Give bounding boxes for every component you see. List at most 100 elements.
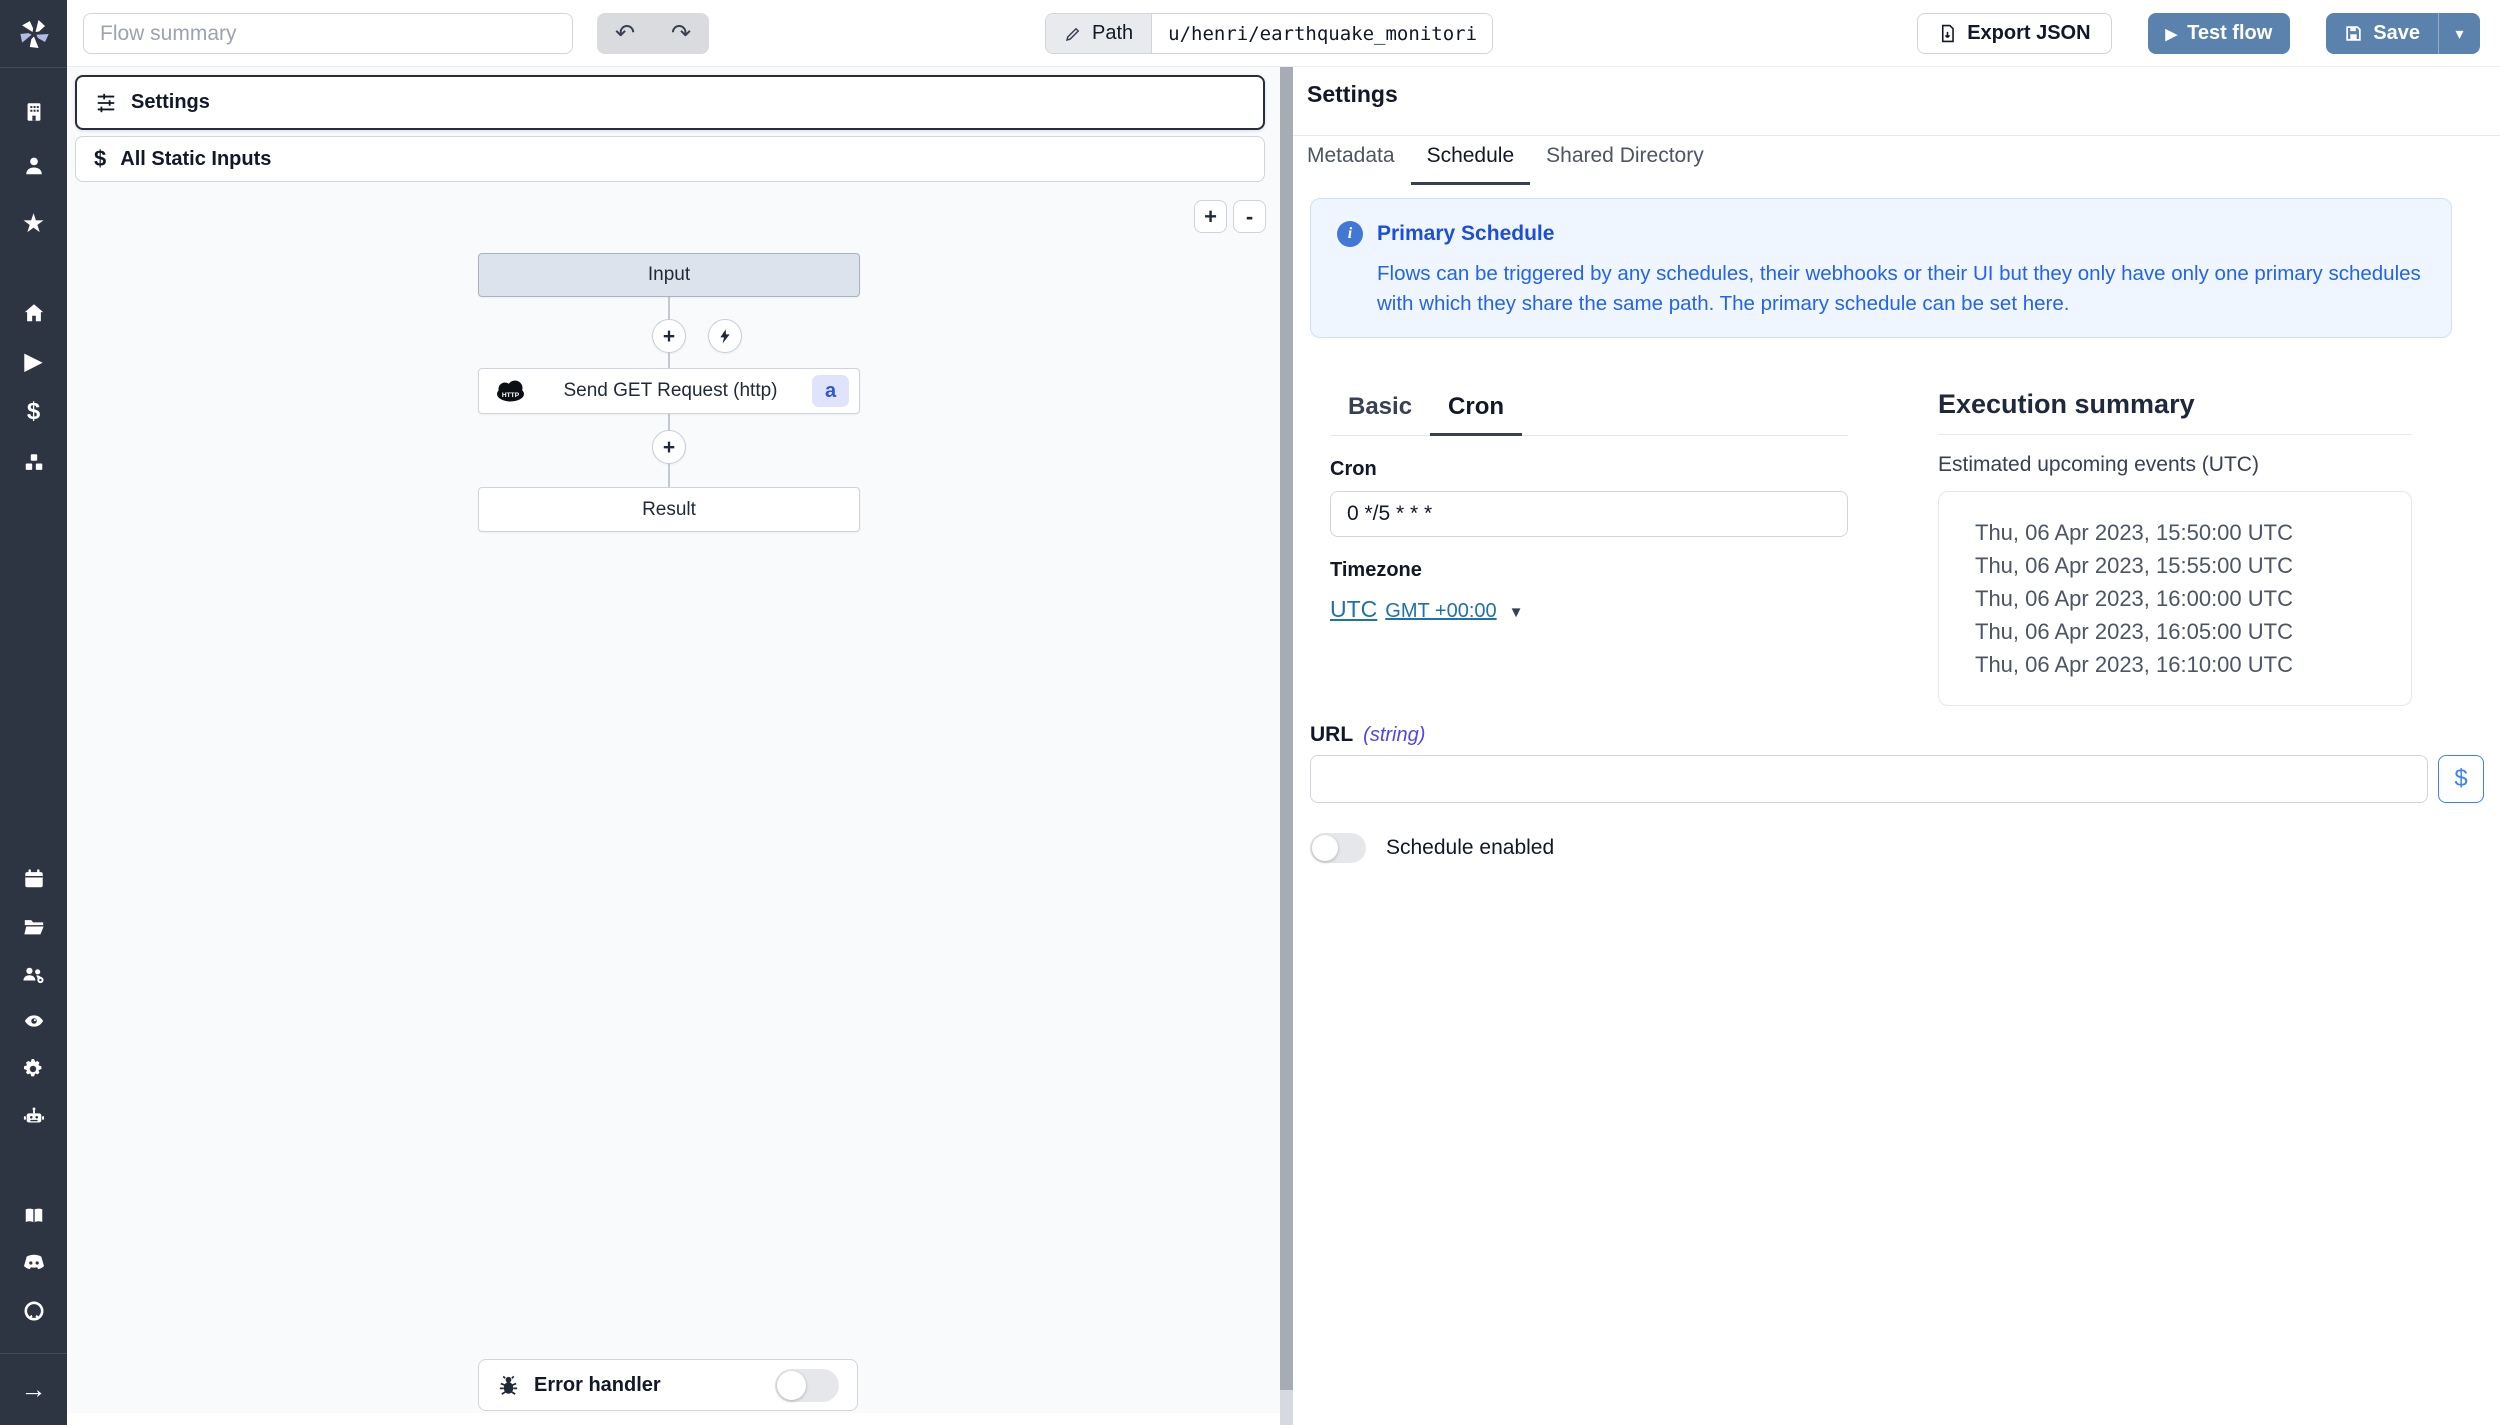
sidebar-item-workers[interactable] <box>0 1100 67 1134</box>
flow-summary-input[interactable] <box>83 13 573 54</box>
sidebar-separator <box>0 1353 67 1354</box>
sidebar-item-resources[interactable] <box>0 446 67 480</box>
redo-button[interactable]: ↷ <box>653 13 709 54</box>
sidebar-item-runs[interactable]: ▶ <box>0 345 67 379</box>
schedule-enabled-row: Schedule enabled <box>1310 833 1554 863</box>
scheduled-event: Thu, 06 Apr 2023, 15:50:00 UTC <box>1975 516 2401 549</box>
timezone-label: Timezone <box>1330 559 1848 582</box>
sidebar-item-settings[interactable] <box>0 1052 67 1086</box>
sidebar-item-user[interactable] <box>0 149 67 183</box>
schedule-form: Basic Cron Cron Timezone UTC GMT +00:00 … <box>1330 385 1848 623</box>
all-static-inputs-box[interactable]: $ All Static Inputs <box>75 136 1265 182</box>
save-icon <box>2344 24 2363 43</box>
scheduled-event: Thu, 06 Apr 2023, 15:55:00 UTC <box>1975 549 2401 582</box>
undo-redo-group: ↶ ↷ <box>597 13 709 54</box>
robot-icon <box>22 1106 46 1128</box>
canvas-scrollbar-track[interactable] <box>67 1413 1280 1425</box>
error-handler-label: Error handler <box>534 1374 661 1397</box>
path-label: Path <box>1092 22 1133 45</box>
upcoming-events-box: Thu, 06 Apr 2023, 15:50:00 UTC Thu, 06 A… <box>1938 491 2412 706</box>
url-type-annotation: (string) <box>1363 724 1425 747</box>
add-step-button[interactable]: + <box>652 430 686 464</box>
step-id-badge: a <box>812 375 849 407</box>
play-icon: ▶ <box>2166 25 2178 43</box>
book-icon <box>22 1205 46 1227</box>
error-handler-toggle[interactable] <box>775 1369 839 1402</box>
add-trigger-button[interactable] <box>708 319 742 353</box>
cron-input[interactable] <box>1330 491 1848 537</box>
calendar-icon <box>23 868 45 890</box>
tab-basic[interactable]: Basic <box>1330 385 1430 436</box>
result-node[interactable]: Result <box>478 487 860 532</box>
insert-variable-button[interactable]: $ <box>2438 755 2484 803</box>
dollar-icon: $ <box>27 400 40 424</box>
http-cloud-icon: HTTP <box>493 378 529 404</box>
gear-icon <box>22 1057 46 1081</box>
input-node-label: Input <box>648 264 690 286</box>
scheduled-event: Thu, 06 Apr 2023, 16:10:00 UTC <box>1975 648 2401 681</box>
tab-metadata[interactable]: Metadata <box>1307 144 1411 185</box>
caret-down-icon: ▼ <box>1509 604 1524 621</box>
sidebar-collapse-button[interactable]: → <box>0 1372 67 1406</box>
sidebar-item-workspace[interactable] <box>0 95 67 129</box>
flow-settings-box[interactable]: Settings <box>75 75 1265 130</box>
panel-resize-handle[interactable] <box>1280 67 1293 1425</box>
test-flow-button[interactable]: ▶ Test flow <box>2148 13 2291 54</box>
discord-icon <box>22 1253 46 1273</box>
http-step-node[interactable]: HTTP Send GET Request (http) a <box>478 368 860 414</box>
info-title: Primary Schedule <box>1377 222 1554 246</box>
export-json-button[interactable]: Export JSON <box>1917 13 2111 54</box>
chevron-down-icon: ▾ <box>2455 26 2463 43</box>
input-node[interactable]: Input <box>478 253 860 297</box>
scheduled-event: Thu, 06 Apr 2023, 16:05:00 UTC <box>1975 615 2401 648</box>
timezone-value: UTC <box>1330 596 1377 623</box>
sidebar-item-docs[interactable] <box>0 1199 67 1233</box>
sidebar-item-schedules[interactable] <box>0 862 67 896</box>
url-field-row: $ <box>1310 755 2484 803</box>
result-node-label: Result <box>642 499 696 521</box>
sidebar-item-audit[interactable] <box>0 1004 67 1038</box>
cron-label: Cron <box>1330 458 1848 481</box>
sidebar-item-groups[interactable] <box>0 958 67 992</box>
sidebar-item-favorites[interactable]: ★ <box>0 206 67 240</box>
panel-divider <box>1293 135 2500 136</box>
sidebar-item-home[interactable] <box>0 296 67 330</box>
url-input[interactable] <box>1310 755 2428 803</box>
tab-cron[interactable]: Cron <box>1430 385 1522 436</box>
execution-summary-title: Execution summary <box>1938 389 2412 420</box>
arrow-right-icon: → <box>21 1376 47 1402</box>
export-json-label: Export JSON <box>1967 22 2090 45</box>
sidebar-separator <box>0 67 67 68</box>
path-input[interactable] <box>1152 14 1492 53</box>
sidebar-item-folders[interactable] <box>0 910 67 944</box>
sidebar-item-variables[interactable]: $ <box>0 395 67 429</box>
zoom-out-button[interactable]: - <box>1233 200 1266 233</box>
sidebar-item-discord[interactable] <box>0 1246 67 1280</box>
star-icon: ★ <box>22 210 45 236</box>
path-badge: Path <box>1046 14 1152 53</box>
http-step-label: Send GET Request (http) <box>529 380 812 402</box>
execution-summary-divider <box>1938 434 2412 435</box>
save-button[interactable]: Save <box>2326 13 2438 54</box>
plus-icon: + <box>663 437 675 458</box>
tab-shared-directory[interactable]: Shared Directory <box>1530 144 1720 185</box>
sidebar: ★ ▶ $ → <box>0 0 67 1425</box>
windmill-logo[interactable] <box>0 14 67 54</box>
save-dropdown-button[interactable]: ▾ <box>2438 13 2480 54</box>
save-label: Save <box>2373 22 2420 45</box>
play-icon: ▶ <box>24 350 42 374</box>
svg-text:HTTP: HTTP <box>502 392 520 399</box>
add-step-button[interactable]: + <box>652 319 686 353</box>
cubes-icon <box>23 452 45 474</box>
schedule-enabled-toggle[interactable] <box>1310 833 1366 863</box>
sidebar-item-github[interactable] <box>0 1294 67 1328</box>
execution-summary: Execution summary Estimated upcoming eve… <box>1938 385 2412 706</box>
zoom-in-button[interactable]: + <box>1194 200 1227 233</box>
timezone-select[interactable]: UTC GMT +00:00 ▼ <box>1330 596 1524 623</box>
upcoming-events-label: Estimated upcoming events (UTC) <box>1938 453 2412 477</box>
error-handler-box[interactable]: Error handler <box>478 1359 858 1411</box>
undo-button[interactable]: ↶ <box>597 13 653 54</box>
dollar-icon: $ <box>94 146 106 172</box>
tab-schedule[interactable]: Schedule <box>1411 144 1531 185</box>
home-icon <box>23 302 45 324</box>
